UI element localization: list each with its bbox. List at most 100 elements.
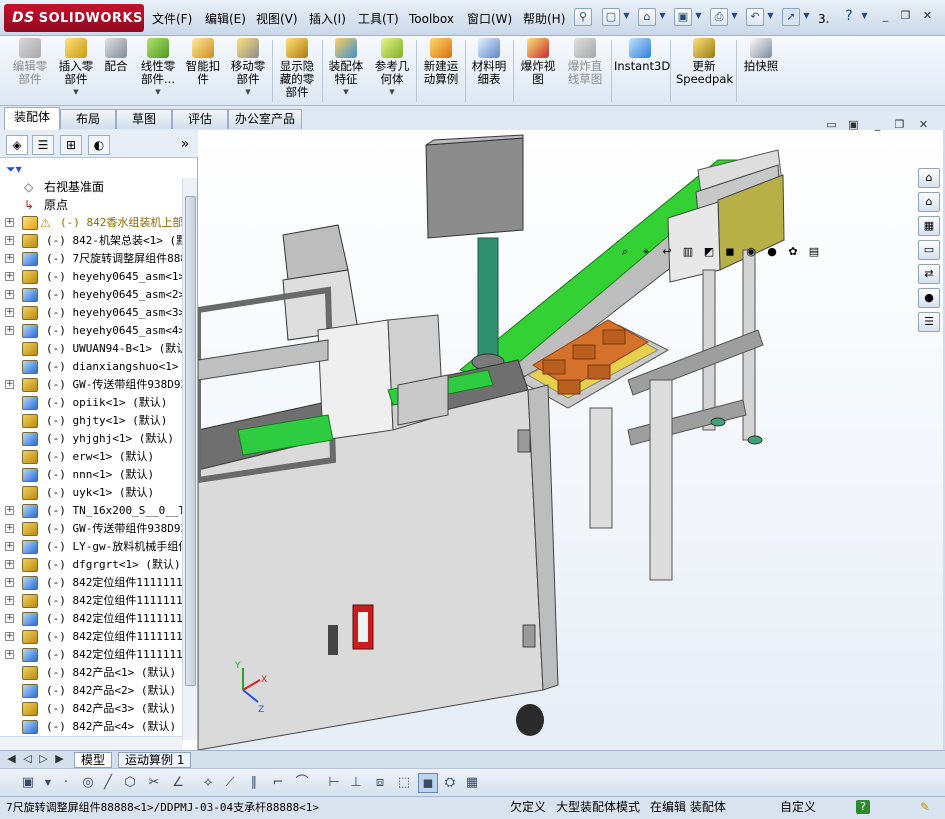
expand-icon[interactable]: + (5, 596, 14, 605)
next-tab-icon[interactable]: ▷ (36, 752, 51, 766)
view-orientation-icon[interactable]: ◩ (700, 243, 718, 261)
tab-layout[interactable]: 布局 (60, 109, 116, 129)
menu-file[interactable]: 文件(F) (152, 10, 192, 28)
corner-icon[interactable]: ⌐ (268, 773, 288, 793)
expand-icon[interactable]: + (5, 560, 14, 569)
chevron-down-icon[interactable]: ▼ (38, 773, 58, 793)
tree-item[interactable]: +(-) erw<1> (默认) (0, 448, 182, 466)
expand-icon[interactable]: + (5, 218, 14, 227)
chevron-down-icon[interactable]: ▼ (228, 86, 268, 99)
prev-tab-icon[interactable]: ◁ (20, 752, 35, 766)
zoom-to-area-icon[interactable]: ⌖ (637, 243, 655, 261)
tree-item[interactable]: + (-) dfgrgrt<1> (默认) (0, 556, 182, 574)
trim-icon[interactable]: ✂ (144, 773, 164, 793)
tree-item[interactable]: + (-) GW-传送带组件938D93 (0, 376, 182, 394)
table-icon[interactable]: ▦ (462, 773, 482, 793)
tree-item[interactable]: ◇ 右视基准面 (0, 178, 182, 196)
apply-scene-icon[interactable]: ✿ (784, 243, 802, 261)
panel-expand-icon[interactable]: » (174, 135, 196, 155)
display-states-icon[interactable]: ⛭ (440, 773, 460, 793)
relation-icon[interactable]: ⊥ (346, 773, 366, 793)
expand-icon[interactable]: + (5, 578, 14, 587)
tree-item[interactable]: +(-) 842产品<1> (默认) (0, 664, 182, 682)
chevron-down-icon[interactable]: ▼ (766, 8, 775, 26)
tree-item[interactable]: + (-) 842定位组件1111111< (0, 610, 182, 628)
menu-insert[interactable]: 插入(I) (309, 10, 346, 28)
expand-icon[interactable]: + (5, 632, 14, 641)
edit-appearance-icon[interactable]: ● (763, 243, 781, 261)
select-cursor-icon[interactable]: ➚ (782, 8, 800, 26)
cube-icon[interactable]: ⬚ (394, 773, 414, 793)
help-icon[interactable]: ? (840, 8, 858, 26)
feature-manager-tab-icon[interactable]: ◈ (6, 135, 28, 155)
configuration-manager-tab-icon[interactable]: ⊞ (60, 135, 82, 155)
tab-model[interactable]: 模型 (74, 752, 113, 768)
chevron-down-icon[interactable]: ▼ (860, 8, 869, 26)
scrollbar-thumb[interactable] (185, 196, 196, 686)
tab-motion-study-1[interactable]: 运动算例 1 (118, 752, 192, 768)
solidworks-resources-icon[interactable]: ⌂ (918, 168, 940, 188)
chevron-down-icon[interactable]: ▼ (658, 8, 667, 26)
expand-icon[interactable]: + (5, 650, 14, 659)
tree-item[interactable]: +(-) 842产品<3> (默认) (0, 700, 182, 718)
viewport-close-icon[interactable]: ✕ (916, 118, 931, 132)
tree-item[interactable]: + (-) TN_16x200_S__0__TN- (0, 502, 182, 520)
expand-icon[interactable]: + (5, 236, 14, 245)
tree-item[interactable]: +(-) dianxiangshuo<1> (默 (0, 358, 182, 376)
home-icon[interactable]: ⌂ (918, 192, 940, 212)
tree-item[interactable]: + ⚠ (-) 842香水组装机上部 (0, 214, 182, 232)
viewport-restore-icon[interactable]: ❐ (892, 118, 907, 132)
tree-item[interactable]: +(-) UWUAN94-B<1> (默认) (0, 340, 182, 358)
open-folder-icon[interactable]: ⌂ (638, 8, 656, 26)
close-icon[interactable]: ✕ (920, 9, 935, 23)
tree-item[interactable]: + (-) heyehy0645_asm<1> (默 (0, 268, 182, 286)
assembly-model[interactable]: Y X Z (195, 130, 943, 751)
rebuild-notification-icon[interactable]: ✎ (920, 797, 930, 818)
tree-item[interactable]: + (-) 842定位组件1111111< (0, 592, 182, 610)
circle-icon[interactable]: ◎ (78, 773, 98, 793)
custom-properties-icon[interactable]: ☰ (918, 312, 940, 332)
help-icon[interactable]: ? (856, 800, 870, 814)
new-motion-study-button[interactable]: 新建运 动算例 (420, 38, 462, 104)
chevron-down-icon[interactable]: ▼ (622, 8, 631, 26)
mate-button[interactable]: 配合 (100, 38, 132, 104)
tree-item[interactable]: +(-) nnn<1> (默认) (0, 466, 182, 484)
chevron-down-icon[interactable]: ▼ (326, 86, 366, 99)
fillet-icon[interactable]: ⌒ (292, 773, 312, 793)
tree-item[interactable]: + (-) heyehy0645_asm<3> (默 (0, 304, 182, 322)
tree-item[interactable]: + (-) 842定位组件1111111< (0, 628, 182, 646)
tree-item[interactable]: + (-) 842-机架总装<1> (默认 (0, 232, 182, 250)
expand-icon[interactable]: + (5, 380, 14, 389)
tree-item[interactable]: +(-) 842产品<4> (默认) (0, 718, 182, 736)
tree-item[interactable]: +(-) 842产品<2> (默认) (0, 682, 182, 700)
view-palette-icon[interactable]: ⇄ (918, 264, 940, 284)
zoom-to-fit-icon[interactable]: ⌕ (616, 243, 634, 261)
menu-tools[interactable]: 工具(T) (358, 10, 399, 28)
appearance-tab-icon[interactable]: ◐ (88, 135, 110, 155)
mirror-icon[interactable]: ⟡ (198, 773, 218, 793)
viewport-minimize-icon[interactable]: _ (870, 118, 885, 132)
filter-icon[interactable]: ⏷▾ (6, 162, 22, 178)
tree-item[interactable]: +(-) ghjty<1> (默认) (0, 412, 182, 430)
dimension-icon[interactable]: ⊢ (324, 773, 344, 793)
viewport-split-icon[interactable]: ▭ (824, 118, 839, 132)
explode-line-sketch-button[interactable]: 爆炸直 线草图 (562, 38, 608, 104)
quick-access-more[interactable]: 3. (818, 10, 829, 28)
tree-item[interactable]: + (-) 7尺旋转调整屏组件88888 (0, 250, 182, 268)
tree-item[interactable]: +(-) yhjghj<1> (默认) (0, 430, 182, 448)
bom-button[interactable]: 材料明 细表 (469, 38, 509, 104)
menu-help[interactable]: 帮助(H) (523, 10, 565, 28)
tab-evaluate[interactable]: 评估 (172, 109, 228, 129)
print-icon[interactable]: ⎙ (710, 8, 728, 26)
chevron-down-icon[interactable]: ▼ (371, 86, 413, 99)
expand-icon[interactable]: + (5, 272, 14, 281)
chevron-down-icon[interactable]: ▼ (802, 8, 811, 26)
smart-fasteners-button[interactable]: 智能扣 件 (183, 38, 223, 104)
expand-icon[interactable]: + (5, 506, 14, 515)
take-snapshot-button[interactable]: 拍快照 (740, 38, 782, 104)
tab-office-products[interactable]: 办公室产品 (228, 109, 302, 129)
polygon-icon[interactable]: ⬡ (120, 773, 140, 793)
chevron-down-icon[interactable]: ▼ (136, 86, 180, 99)
minimize-icon[interactable]: _ (878, 9, 893, 23)
point-icon[interactable]: · (56, 773, 76, 793)
